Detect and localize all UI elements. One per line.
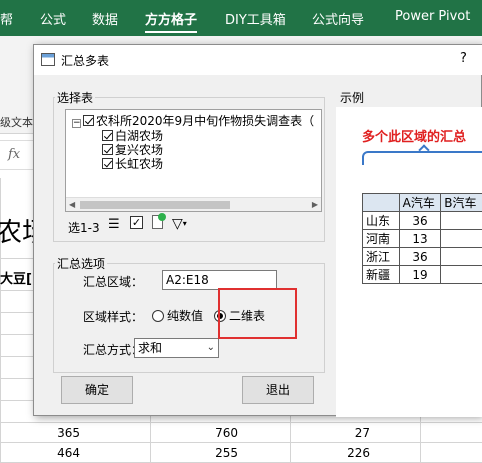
area-label: 汇总区域： [83,275,144,289]
tab-formula-wizard[interactable]: 公式向导 [312,9,364,28]
tab-power-pivot[interactable]: Power Pivot [395,9,470,24]
example-title: 多个此区域的汇总 [362,130,467,145]
example-label: 示例 [338,89,367,106]
tab-formulas[interactable]: 公式 [40,9,66,28]
checkbox-icon[interactable] [102,158,113,169]
ribbon-text-partial: 级文本 [0,116,33,129]
select-range-label: 选1-3 [68,221,100,235]
tree-item[interactable]: 复兴农场 [102,143,163,157]
grid-line [0,442,482,443]
list-icon[interactable]: ☰ [108,217,120,232]
example-row: 新疆 19 [362,265,482,284]
example-row: 河南 13 [362,229,482,248]
exit-button[interactable]: 退出 [242,376,314,404]
cell[interactable]: 760 [200,426,238,440]
dialog-title: 汇总多表 [61,54,110,68]
cell[interactable]: 464 [50,446,80,460]
example-panel: 多个此区域的汇总 A汽车 B汽车 山东 36 河南 13 浙江 36 新疆 19 [336,107,482,417]
cell[interactable]: 365 [50,426,80,440]
radio-icon[interactable] [152,310,164,322]
new-sheet-icon[interactable] [152,213,166,229]
dialog-titlebar[interactable]: 汇总多表 ? [34,45,482,75]
filter-icon[interactable]: ▽▾ [172,216,187,232]
brace-shape [362,151,482,165]
tab-diy-toolbox[interactable]: DIY工具箱 [225,9,286,28]
example-table: A汽车 B汽车 山东 36 河南 13 浙江 36 新疆 19 [362,193,482,284]
collapse-icon[interactable]: − [72,119,81,128]
tab-fangfang[interactable]: 方方格子 [145,9,198,33]
chevron-down-icon: ⌄ [206,342,215,353]
excel-ribbon: 帮 公式 数据 方方格子 DIY工具箱 公式向导 Power Pivot [0,0,482,36]
sheet-row-label: 大豆[ [0,272,32,287]
cell[interactable]: 27 [340,426,370,440]
radio-plain-values[interactable]: 纯数值 [152,307,203,324]
options-label: 汇总选项 [55,255,108,272]
grid-line [0,422,482,423]
example-row: 山东 36 [362,211,482,230]
tab-data[interactable]: 数据 [92,9,118,28]
select-tables-label: 选择表 [55,89,96,106]
method-select[interactable]: 求和 ⌄ [134,338,219,358]
ok-button[interactable]: 确定 [61,376,133,404]
help-button[interactable]: ? [460,51,467,66]
table-tree[interactable]: − 农科所2020年9月中旬作物损失调查表（ 白湖农场 复兴农场 长虹农场 ◀ ▶ [65,109,322,212]
highlight-box [218,288,297,339]
style-label: 区域样式： [83,310,144,324]
tree-root[interactable]: − 农科所2020年9月中旬作物损失调查表（ [72,114,314,128]
area-input[interactable]: A2:E18 [162,270,277,290]
example-header-row: A汽车 B汽车 [362,193,482,212]
tab-help[interactable]: 帮 [0,9,13,28]
fx-icon: fx [8,147,21,162]
tree-item[interactable]: 长虹农场 [102,157,163,171]
checkbox-icon[interactable] [102,144,113,155]
tree-scrollbar[interactable]: ◀ ▶ [66,197,321,211]
checkbox-icon[interactable] [83,115,94,126]
app-icon [41,53,55,66]
check-all-icon[interactable]: ✓ [130,216,143,229]
tree-item[interactable]: 白湖农场 [102,129,163,143]
checkbox-icon[interactable] [102,130,113,141]
summary-dialog: 汇总多表 ? 选择表 − 农科所2020年9月中旬作物损失调查表（ 白湖农场 复兴… [33,44,482,417]
example-row: 浙江 36 [362,247,482,266]
cell[interactable]: 226 [340,446,370,460]
cell[interactable]: 255 [200,446,238,460]
